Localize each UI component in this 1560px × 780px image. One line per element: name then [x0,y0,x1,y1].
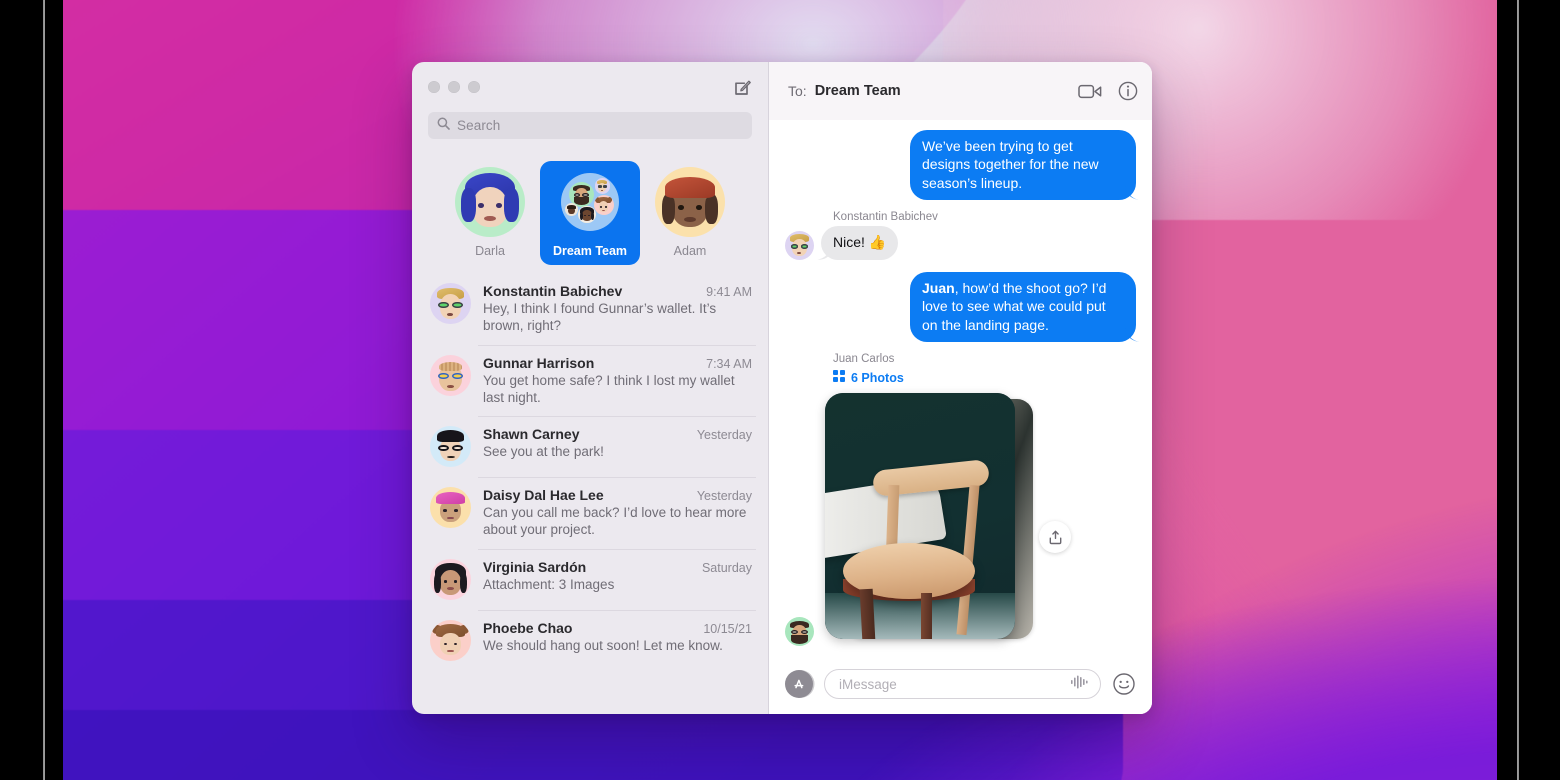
photo-stack[interactable] [825,393,1033,645]
message-composer: iMessage [769,658,1152,714]
compose-message-button[interactable] [733,78,752,97]
conversation-row[interactable]: Konstantin Babichev 9:41 AM Hey, I think… [412,273,768,345]
memoji-konstantin-avatar [785,230,814,260]
conversation-timestamp: Yesterday [696,428,752,443]
memoji-konstantin-avatar [430,283,471,324]
message-bold-prefix: Juan [922,279,955,296]
pinned-item-dream-team[interactable]: Dream Team [540,161,640,265]
conversation-preview: You get home safe? I think I lost my wal… [483,372,735,405]
conversation-row[interactable]: Shawn Carney Yesterday See you at the pa… [412,416,768,477]
conversation-list: Konstantin Babichev 9:41 AM Hey, I think… [412,273,768,714]
message-sender-name: Konstantin Babichev [833,211,938,224]
conversation-timestamp: Saturday [701,560,752,575]
group-member-avatar [594,178,610,194]
memoji-daisy-avatar [430,487,471,529]
pinned-conversations: Darla Dream Team Adam [412,149,768,273]
pinned-item-darla[interactable]: Darla [440,161,540,265]
conversation-preview: Attachment: 3 Images [483,576,615,592]
emoji-picker-button[interactable] [1112,672,1136,696]
attachment-label: 6 Photos [851,371,904,386]
memoji-juan-avatar [785,617,814,647]
app-store-button[interactable] [785,670,813,698]
imessage-input[interactable]: iMessage [824,669,1101,699]
attachment-summary[interactable]: 6 Photos [833,369,904,387]
conversation-preview: Can you call me back? I’d love to hear m… [483,505,747,538]
traffic-lights[interactable] [428,81,480,93]
search-input[interactable]: Search [428,112,752,139]
message-bubble-outgoing[interactable]: We’ve been trying to get designs togethe… [910,130,1136,201]
conversation-row[interactable]: Daisy Dal Hae Lee Yesterday Can you call… [412,477,768,549]
memoji-virginia-avatar [430,558,471,600]
search-icon [437,117,450,135]
message-row-outgoing: We’ve been trying to get designs togethe… [785,130,1136,201]
window-titlebar [412,62,768,112]
memoji-gunnar-avatar [430,354,471,396]
message-row-outgoing: Juan, how’d the shoot go? I’d love to se… [785,271,1136,343]
conversation-name: Shawn Carney [483,426,580,443]
conversation-name: Gunnar Harrison [483,354,595,371]
thread-header: To: Dream Team [769,62,1152,120]
pinned-item-label: Adam [673,244,707,258]
message-bubble-outgoing[interactable]: Juan, how’d the shoot go? I’d love to se… [910,271,1136,343]
imessage-placeholder: iMessage [839,676,897,692]
message-bubble-incoming[interactable]: Nice! 👍 [821,226,899,260]
smiley-face-icon [1113,673,1135,695]
conversation-name: Konstantin Babichev [483,283,623,299]
message-thread-pane: To: Dream Team We’ve been trying to get … [769,62,1152,714]
message-list: We’ve been trying to get designs togethe… [769,120,1152,658]
share-tray-up-icon [1049,530,1061,544]
recipient-name[interactable]: Dream Team [815,83,901,99]
search-container: Search [412,112,768,149]
photo-attachment-row [785,393,1071,645]
maximize-button[interactable] [468,81,480,93]
app-store-icon [794,679,804,689]
conversation-timestamp: 9:41 AM [706,285,752,299]
memoji-adam-avatar [655,167,725,237]
bezel-edge-right [1517,0,1519,780]
group-member-avatar [565,203,579,217]
share-attachment-button[interactable] [1039,521,1071,554]
conversation-name: Virginia Sardón [483,558,587,575]
display-bezel: Search Darla Dream Team Adam Konstantin … [0,0,1560,780]
audio-waveform-icon[interactable] [1070,675,1090,694]
video-camera-icon [1078,84,1102,98]
conversation-timestamp: 10/15/21 [703,621,752,636]
recipient-label: To: [788,83,807,99]
minimize-button[interactable] [448,81,460,93]
photo-grid-icon [833,369,845,387]
facetime-video-button[interactable] [1078,83,1102,100]
conversation-preview: Hey, I think I found Gunnar’s wallet. It… [483,301,717,334]
conversation-timestamp: 7:34 AM [706,356,752,371]
message-group-incoming: Juan Carlos 6 Photos [785,350,1136,647]
conversation-timestamp: Yesterday [696,489,752,504]
search-placeholder: Search [457,118,501,133]
memoji-darla-avatar [455,167,525,237]
details-info-button[interactable] [1118,81,1138,101]
conversation-preview: See you at the park! [483,444,604,460]
bezel-edge-left [43,0,45,780]
message-sender-name: Juan Carlos [833,353,895,366]
conversation-preview: We should hang out soon! Let me know. [483,637,723,653]
group-member-avatar [578,205,596,224]
photo-thumbnail-front[interactable] [825,393,1015,640]
memoji-phoebe-avatar [430,619,471,661]
conversation-name: Daisy Dal Hae Lee [483,487,604,504]
conversation-row[interactable]: Virginia Sardón Saturday Attachment: 3 I… [412,548,768,610]
memoji-shawn-avatar [430,426,471,468]
conversation-row[interactable]: Phoebe Chao 10/15/21 We should hang out … [412,609,768,671]
group-member-avatar [593,194,614,215]
pinned-item-label: Dream Team [552,244,628,258]
conversations-sidebar: Search Darla Dream Team Adam Konstantin … [412,62,769,714]
pinned-item-label: Darla [475,244,505,258]
messages-window: Search Darla Dream Team Adam Konstantin … [412,62,1152,714]
info-circle-icon [1118,81,1138,101]
conversation-name: Phoebe Chao [483,619,573,636]
message-group-incoming: Konstantin Babichev Nice! 👍 [785,208,1136,260]
conversation-row[interactable]: Gunnar Harrison 7:34 AM You get home saf… [412,344,768,417]
close-button[interactable] [428,81,440,93]
pinned-item-adam[interactable]: Adam [640,161,740,265]
memoji-group-dream-team-avatar [555,167,625,237]
